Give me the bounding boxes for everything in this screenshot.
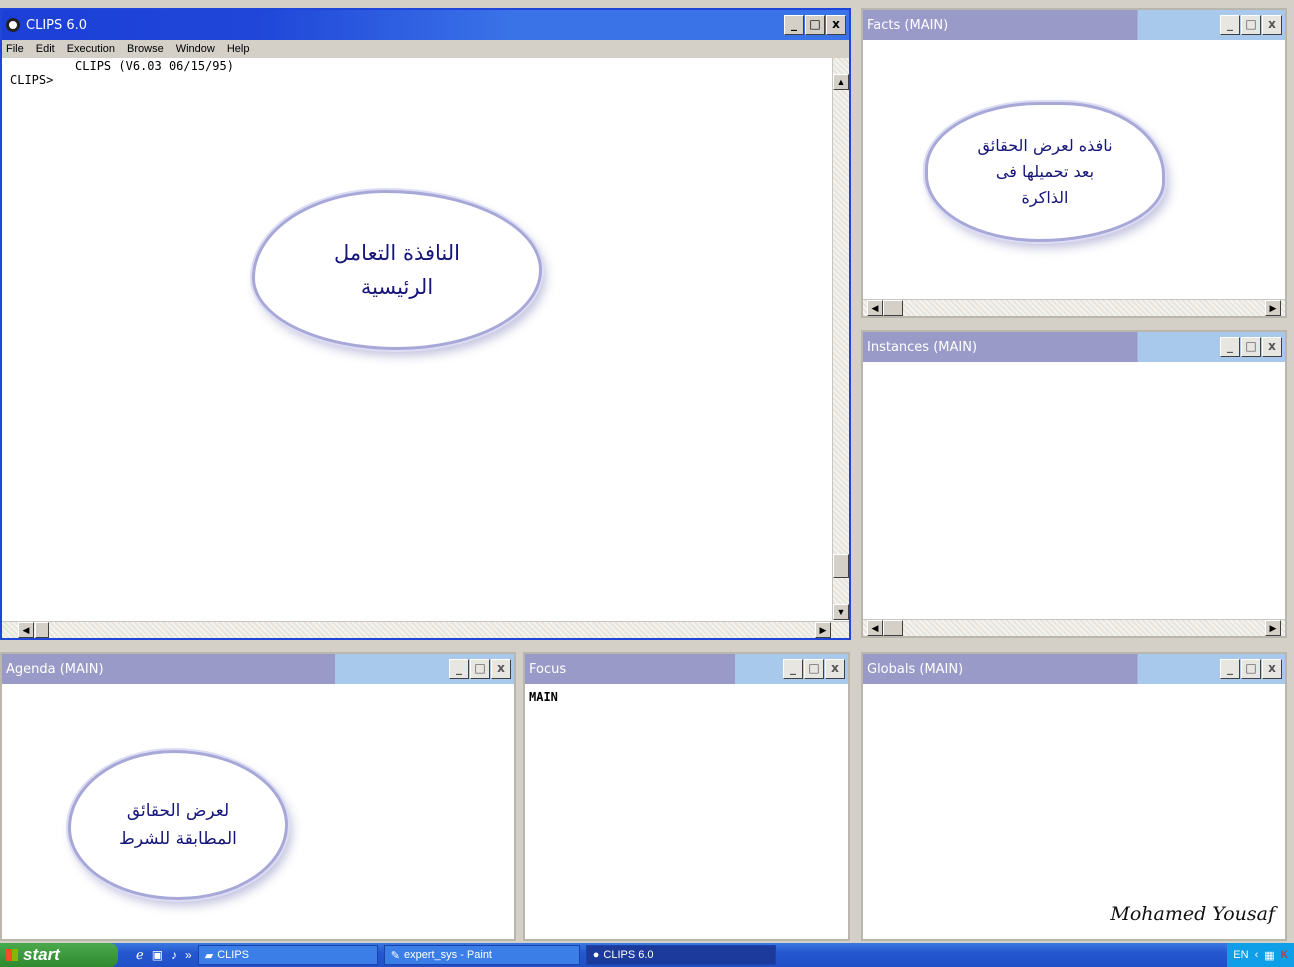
focus-window[interactable]: Focus _ □ x MAIN — [523, 652, 850, 941]
tray-network-icon[interactable]: ▦ — [1264, 949, 1274, 962]
start-button[interactable]: start — [0, 943, 118, 967]
scroll-left-arrow-icon[interactable]: ◀ — [18, 622, 34, 638]
agenda-close-button[interactable]: x — [491, 659, 511, 679]
quick-launch-media-icon[interactable]: ♪ — [171, 948, 177, 962]
windows-taskbar: start ℯ ▣ ♪ » ▰ CLIPS ✎ expert_sys - Pai… — [0, 943, 1294, 967]
main-clips-window[interactable]: CLIPS 6.0 _ □ x File Edit Execution Brow… — [0, 8, 851, 640]
focus-close-button[interactable]: x — [825, 659, 845, 679]
agenda-minimize-button[interactable]: _ — [449, 659, 469, 679]
main-vscroll-thumb[interactable] — [833, 554, 849, 578]
focus-minimize-button[interactable]: _ — [783, 659, 803, 679]
facts-maximize-button[interactable]: □ — [1241, 15, 1261, 35]
facts-annotation-cloud: نافذه لعرض الحقائق بعد تحميلها فى الذاكر… — [925, 102, 1165, 242]
windows-flag-icon — [6, 949, 18, 961]
clips-prompt: CLIPS> — [10, 73, 54, 87]
taskbar-task-label: expert_sys - Paint — [403, 949, 492, 961]
facts-minimize-button[interactable]: _ — [1220, 15, 1240, 35]
globals-title-bar[interactable]: Globals (MAIN) _ □ x — [863, 654, 1285, 684]
facts-horizontal-scrollbar[interactable]: ◀ ▶ — [863, 299, 1285, 316]
facts-scroll-left-arrow-icon[interactable]: ◀ — [867, 300, 883, 316]
main-menu-bar: File Edit Execution Browse Window Help — [2, 40, 849, 58]
close-button[interactable]: x — [826, 15, 846, 35]
focus-maximize-button[interactable]: □ — [804, 659, 824, 679]
taskbar-task-label: CLIPS 6.0 — [603, 949, 654, 961]
instances-scroll-right-arrow-icon[interactable]: ▶ — [1265, 620, 1281, 636]
main-title-bar[interactable]: CLIPS 6.0 _ □ x — [2, 10, 849, 40]
instances-close-button[interactable]: x — [1262, 337, 1282, 357]
main-horizontal-scrollbar[interactable]: ◀ ▶ — [2, 621, 849, 638]
instances-window[interactable]: Instances (MAIN) _ □ x ◀ ▶ — [861, 330, 1287, 638]
facts-window-title: Facts (MAIN) — [867, 17, 949, 33]
menu-browse[interactable]: Browse — [127, 43, 164, 55]
system-tray: EN ‹ ▦ K — [1227, 943, 1294, 967]
menu-edit[interactable]: Edit — [36, 43, 55, 55]
facts-close-button[interactable]: x — [1262, 15, 1282, 35]
menu-file[interactable]: File — [6, 43, 24, 55]
tray-back-icon[interactable]: ‹ — [1255, 949, 1259, 961]
scroll-right-arrow-icon[interactable]: ▶ — [815, 622, 831, 638]
agenda-annotation-cloud: لعرض الحقائق المطابقة للشرط — [68, 750, 288, 900]
instances-minimize-button[interactable]: _ — [1220, 337, 1240, 357]
instances-scroll-left-arrow-icon[interactable]: ◀ — [867, 620, 883, 636]
facts-scroll-right-arrow-icon[interactable]: ▶ — [1265, 300, 1281, 316]
main-vertical-scrollbar[interactable]: ▲ ▼ — [832, 58, 849, 620]
instances-maximize-button[interactable]: □ — [1241, 337, 1261, 357]
agenda-maximize-button[interactable]: □ — [470, 659, 490, 679]
maximize-button[interactable]: □ — [805, 15, 825, 35]
taskbar-task-label: CLIPS — [217, 949, 249, 961]
clips-task-icon: ● — [592, 949, 600, 961]
menu-execution[interactable]: Execution — [67, 43, 115, 55]
globals-close-button[interactable]: x — [1262, 659, 1282, 679]
tray-antivirus-icon[interactable]: K — [1281, 949, 1288, 961]
menu-help[interactable]: Help — [227, 43, 250, 55]
main-annotation-text: النافذة التعامل الرئيسية — [334, 241, 460, 299]
focus-window-title: Focus — [529, 661, 567, 677]
paint-icon: ✎ — [390, 949, 400, 962]
menu-window[interactable]: Window — [176, 43, 215, 55]
globals-window-title: Globals (MAIN) — [867, 661, 964, 677]
focus-module-name: MAIN — [529, 690, 558, 704]
quick-launch-chevron-icon[interactable]: » — [185, 948, 192, 962]
taskbar-task-paint[interactable]: ✎ expert_sys - Paint — [383, 945, 580, 965]
clips-app-icon — [6, 18, 20, 32]
globals-window[interactable]: Globals (MAIN) _ □ x Mohamed Yousaf — [861, 652, 1287, 941]
author-signature: Mohamed Yousaf — [1110, 903, 1275, 925]
facts-title-bar[interactable]: Facts (MAIN) _ □ x — [863, 10, 1285, 40]
facts-window[interactable]: Facts (MAIN) _ □ x ◀ ▶ نافذه لعرض الحقائ… — [861, 8, 1287, 318]
minimize-button[interactable]: _ — [784, 15, 804, 35]
quick-launch-desktop-icon[interactable]: ▣ — [152, 948, 163, 962]
agenda-annotation-text: لعرض الحقائق المطابقة للشرط — [119, 801, 237, 849]
main-window-annotation-cloud: النافذة التعامل الرئيسية — [252, 190, 542, 350]
instances-hscroll-thumb[interactable] — [883, 620, 903, 636]
focus-title-bar[interactable]: Focus _ □ x — [525, 654, 848, 684]
facts-hscroll-thumb[interactable] — [883, 300, 903, 316]
main-hscroll-thumb[interactable] — [35, 622, 49, 638]
globals-minimize-button[interactable]: _ — [1220, 659, 1240, 679]
scroll-down-arrow-icon[interactable]: ▼ — [833, 604, 849, 620]
folder-icon: ▰ — [204, 949, 214, 962]
agenda-title-bar[interactable]: Agenda (MAIN) _ □ x — [2, 654, 514, 684]
main-window-title: CLIPS 6.0 — [26, 17, 88, 33]
instances-title-bar[interactable]: Instances (MAIN) _ □ x — [863, 332, 1285, 362]
globals-maximize-button[interactable]: □ — [1241, 659, 1261, 679]
facts-annotation-text: نافذه لعرض الحقائق بعد تحميلها فى الذاكر… — [977, 136, 1113, 207]
taskbar-task-clips[interactable]: ● CLIPS 6.0 — [585, 945, 776, 965]
taskbar-task-clips-folder[interactable]: ▰ CLIPS — [197, 945, 378, 965]
clips-version-banner: CLIPS (V6.03 06/15/95) — [10, 59, 234, 73]
instances-window-title: Instances (MAIN) — [867, 339, 978, 355]
instances-horizontal-scrollbar[interactable]: ◀ ▶ — [863, 619, 1285, 636]
language-indicator[interactable]: EN — [1233, 949, 1248, 961]
start-label: start — [23, 945, 60, 964]
quick-launch-ie-icon[interactable]: ℯ — [136, 947, 144, 963]
agenda-window[interactable]: Agenda (MAIN) _ □ x لعرض الحقائق المطابق… — [0, 652, 516, 941]
scroll-up-arrow-icon[interactable]: ▲ — [833, 74, 849, 90]
agenda-window-title: Agenda (MAIN) — [6, 661, 104, 677]
